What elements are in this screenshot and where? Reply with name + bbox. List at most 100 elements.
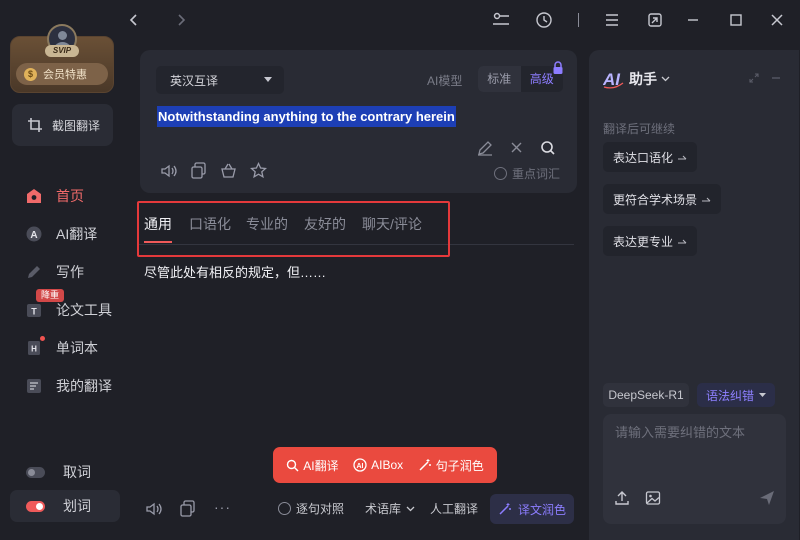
basket-icon[interactable] xyxy=(220,162,237,179)
sidebar-item-ai-translate[interactable]: A AI翻译 xyxy=(26,222,97,246)
sidebar-item-my-translation[interactable]: 我的翻译 xyxy=(26,374,112,398)
grammar-label: 语法纠错 xyxy=(705,388,754,403)
favorite-star-icon[interactable] xyxy=(250,162,267,179)
mode-switch: 标准 高级 xyxy=(478,66,563,92)
suggestion-label: 表达更专业 xyxy=(613,234,674,249)
assistant-title: 助手 xyxy=(629,71,657,87)
speaker-icon[interactable] xyxy=(160,163,178,179)
sidebar-item-label: 首页 xyxy=(56,188,84,204)
sentence-polish-button[interactable]: 句子润色 xyxy=(418,457,484,474)
more-icon[interactable]: ··· xyxy=(214,499,231,515)
suggestion-professional[interactable]: 表达更专业 xyxy=(603,226,698,256)
model-select[interactable]: DeepSeek-R1 xyxy=(603,383,689,407)
key-vocab-option[interactable]: 重点词汇 xyxy=(494,165,560,182)
my-translation-icon xyxy=(26,378,42,394)
toggle-pick-word[interactable]: 取词 xyxy=(26,460,91,484)
translation-result[interactable]: 尽管此处有相反的规定，但…… xyxy=(144,262,326,281)
edit-icon[interactable] xyxy=(477,140,493,156)
expand-icon[interactable] xyxy=(749,73,759,83)
svg-text:T: T xyxy=(31,307,37,317)
svg-text:AI: AI xyxy=(357,463,364,470)
chevron-down-icon xyxy=(661,76,670,82)
translation-polish-label: 译文润色 xyxy=(517,502,566,517)
screenshot-translate-button[interactable]: 截图翻译 xyxy=(12,104,113,146)
ai-logo-icon: AI xyxy=(603,69,625,89)
sidebar-item-label: AI翻译 xyxy=(56,226,98,242)
collapse-icon[interactable] xyxy=(771,73,781,83)
grammar-input[interactable] xyxy=(603,414,786,524)
sidebar-item-label: 论文工具 xyxy=(56,302,112,318)
svg-text:A: A xyxy=(30,230,37,241)
sentence-compare-option[interactable]: 逐句对照 xyxy=(278,500,344,517)
toggle-label: 划词 xyxy=(63,498,91,514)
mini-mode-icon[interactable] xyxy=(645,10,665,30)
image-icon[interactable] xyxy=(645,490,661,506)
human-translate-button[interactable]: 人工翻译 xyxy=(430,500,478,517)
key-vocab-label: 重点词汇 xyxy=(512,167,561,181)
human-translate-label: 人工翻译 xyxy=(430,502,479,516)
sentence-compare-radio[interactable] xyxy=(278,502,291,515)
search-icon xyxy=(286,459,299,472)
sentence-compare-label: 逐句对照 xyxy=(296,502,345,516)
floating-action-bar: AI翻译 AI AIBox 句子润色 xyxy=(273,447,497,483)
arrow-right-icon xyxy=(702,196,711,203)
key-vocab-radio[interactable] xyxy=(494,167,507,180)
result-copy-icon[interactable] xyxy=(179,500,196,517)
glossary-dropdown[interactable]: 术语库 xyxy=(365,500,415,517)
sidebar-item-label: 我的翻译 xyxy=(56,378,112,394)
copy-icon[interactable] xyxy=(190,162,207,179)
settings-sliders-icon[interactable] xyxy=(491,10,511,30)
source-text[interactable]: Notwithstanding anything to the contrary… xyxy=(157,106,456,127)
language-select[interactable]: 英汉互译 xyxy=(156,66,284,94)
close-icon[interactable] xyxy=(767,10,787,30)
assistant-header[interactable]: AI 助手 xyxy=(603,69,670,89)
notification-dot xyxy=(40,336,45,341)
dropdown-arrow-icon xyxy=(759,393,766,397)
sidebar-item-write[interactable]: 写作 xyxy=(26,260,84,284)
aibox-label: AIBox xyxy=(371,458,404,472)
sidebar-item-wordbook[interactable]: H 单词本 xyxy=(26,336,98,360)
sentence-polish-label: 句子润色 xyxy=(435,458,484,473)
chevron-down-icon xyxy=(406,506,415,512)
maximize-icon[interactable] xyxy=(726,10,746,30)
suggestion-academic[interactable]: 更符合学术场景 xyxy=(603,184,722,214)
select-word-toggle-icon[interactable] xyxy=(26,500,45,512)
vip-deal-label: 会员特惠 xyxy=(43,69,87,81)
paper-tool-icon: T xyxy=(26,302,42,318)
write-icon xyxy=(26,264,42,280)
toggle-label: 取词 xyxy=(63,464,91,480)
result-speaker-icon[interactable] xyxy=(145,501,163,517)
svip-badge: SVIP xyxy=(45,45,79,57)
send-icon[interactable] xyxy=(759,490,775,506)
translation-polish-button[interactable]: 译文润色 xyxy=(490,494,574,524)
suggestion-label: 更符合学术场景 xyxy=(613,192,698,207)
ai-translate-label: AI翻译 xyxy=(303,458,339,473)
minimize-icon[interactable] xyxy=(683,10,703,30)
reduce-dup-badge: 降重 xyxy=(36,289,64,302)
aibox-button[interactable]: AI AIBox xyxy=(353,458,403,472)
ai-translate-icon: A xyxy=(26,226,42,242)
pick-word-toggle-icon[interactable] xyxy=(26,466,45,478)
suggestion-label: 表达口语化 xyxy=(613,150,674,165)
glossary-label: 术语库 xyxy=(365,502,402,516)
back-icon[interactable] xyxy=(124,10,144,30)
aibox-icon: AI xyxy=(353,458,367,472)
grammar-check-select[interactable]: 语法纠错 xyxy=(697,383,775,407)
toggle-select-word[interactable]: 划词 xyxy=(26,494,91,518)
vip-deal-button[interactable]: $ 会员特惠 xyxy=(16,63,108,85)
menu-icon[interactable] xyxy=(602,10,622,30)
arrow-right-icon xyxy=(678,154,687,161)
clear-icon[interactable] xyxy=(510,141,523,154)
toolbar-divider xyxy=(578,13,579,27)
search-icon[interactable] xyxy=(540,140,556,156)
wordbook-icon: H xyxy=(26,340,42,356)
ai-translate-button[interactable]: AI翻译 xyxy=(286,457,339,474)
magic-wand-icon xyxy=(498,502,512,516)
mode-standard-tab[interactable]: 标准 xyxy=(478,66,521,92)
history-icon[interactable] xyxy=(534,10,554,30)
arrow-right-icon xyxy=(678,238,687,245)
suggestion-colloquial[interactable]: 表达口语化 xyxy=(603,142,698,172)
upload-icon[interactable] xyxy=(614,490,630,506)
forward-icon[interactable] xyxy=(171,10,191,30)
sidebar-item-home[interactable]: 首页 xyxy=(26,184,84,208)
